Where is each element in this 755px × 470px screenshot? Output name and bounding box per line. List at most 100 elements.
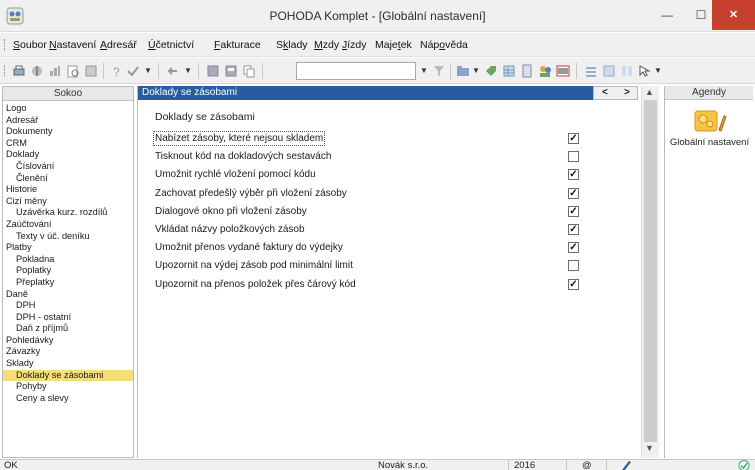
- global-settings-icon[interactable]: [693, 108, 727, 134]
- tree-item[interactable]: Poplatky: [3, 265, 133, 277]
- minimize-button[interactable]: —: [650, 0, 684, 30]
- folder-dropdown-icon[interactable]: ▼: [472, 66, 480, 75]
- toolbar-search-input[interactable]: [296, 62, 416, 80]
- option-checkbox[interactable]: ✓: [568, 169, 579, 181]
- preview-icon[interactable]: [66, 64, 80, 78]
- menu-item[interactable]: Soubor: [13, 39, 47, 51]
- check-icon[interactable]: [126, 64, 140, 78]
- menu-item[interactable]: Adresář: [100, 39, 137, 51]
- save-icon[interactable]: [206, 64, 220, 78]
- menu-item[interactable]: Nápověda: [420, 39, 468, 51]
- option-label[interactable]: Nabízet zásoby, které nejsou skladem: [152, 131, 326, 146]
- menu-item[interactable]: Sklady: [276, 39, 308, 51]
- tools-icon[interactable]: [30, 64, 44, 78]
- columns-icon[interactable]: [620, 64, 634, 78]
- check-dropdown-icon[interactable]: ▼: [144, 66, 152, 75]
- tree-item[interactable]: Cizí měny: [3, 196, 133, 208]
- tree-item[interactable]: Daň z příjmů: [3, 323, 133, 335]
- tree-item[interactable]: Logo: [3, 103, 133, 115]
- filter-icon[interactable]: [432, 64, 446, 78]
- back-icon[interactable]: [166, 64, 180, 78]
- option-label[interactable]: Upozornit na výdej zásob pod minimální l…: [155, 260, 353, 271]
- menu-item[interactable]: Nastavení: [49, 39, 96, 51]
- scroll-thumb[interactable]: [644, 100, 657, 442]
- table-icon[interactable]: [502, 64, 516, 78]
- tree-item[interactable]: Ceny a slevy: [3, 393, 133, 405]
- tree-item[interactable]: Uzávěrka kurz. rozdílů: [3, 207, 133, 219]
- help-pointer-icon[interactable]: [638, 64, 652, 78]
- option-label[interactable]: Vkládat názvy položkových zásob: [155, 224, 305, 235]
- option-checkbox[interactable]: ✓: [568, 133, 579, 144]
- content-scrollbar[interactable]: ▲ ▼: [641, 86, 659, 458]
- tree-item[interactable]: Historie: [3, 184, 133, 196]
- tree-item[interactable]: Pokladna: [3, 254, 133, 266]
- option-label[interactable]: Umožnit přenos vydané faktury do výdejky: [155, 242, 343, 253]
- tree-item[interactable]: DPH: [3, 300, 133, 312]
- help-icon[interactable]: ?: [110, 64, 124, 78]
- option-checkbox[interactable]: ✓: [568, 278, 579, 290]
- option-checkbox[interactable]: [568, 151, 579, 163]
- option-checkbox[interactable]: ✓: [568, 205, 579, 217]
- tree-item[interactable]: Členění: [3, 173, 133, 185]
- save-as-icon[interactable]: [84, 64, 98, 78]
- help-dropdown-icon[interactable]: ▼: [654, 66, 662, 75]
- option-checkbox[interactable]: ✓: [568, 242, 579, 254]
- tree-item[interactable]: Pohledávky: [3, 335, 133, 347]
- tree-item[interactable]: Texty v úč. deníku: [3, 231, 133, 243]
- users-icon[interactable]: [538, 64, 552, 78]
- status-company[interactable]: Novák s.r.o.: [378, 460, 428, 470]
- print-icon[interactable]: [12, 64, 26, 78]
- option-label[interactable]: Upozornit na přenos položek přes čárový …: [155, 279, 356, 290]
- option-label[interactable]: Dialogové okno při vložení zásoby: [155, 206, 307, 217]
- menu-item[interactable]: Majetek: [375, 39, 412, 51]
- tree-item[interactable]: Platby: [3, 242, 133, 254]
- chart-icon[interactable]: [48, 64, 62, 78]
- option-label[interactable]: Umožnit rychlé vložení pomocí kódu: [155, 169, 316, 180]
- at-icon[interactable]: @: [582, 460, 592, 470]
- tree-item[interactable]: Doklady: [3, 149, 133, 161]
- option-label[interactable]: Zachovat předešlý výběr při vložení záso…: [155, 188, 347, 199]
- status-year[interactable]: 2016: [514, 460, 535, 470]
- tree-item[interactable]: Daně: [3, 289, 133, 301]
- tree-item[interactable]: Číslování: [3, 161, 133, 173]
- prev-section-button[interactable]: <: [602, 87, 608, 99]
- menu-item[interactable]: Fakturace: [214, 39, 261, 51]
- toolbar-separator: [576, 63, 577, 79]
- scroll-up-arrow-icon[interactable]: ▲: [645, 87, 654, 97]
- menu-item-text: S: [276, 39, 284, 51]
- tree-item[interactable]: Závazky: [3, 346, 133, 358]
- tree-item[interactable]: Sklady: [3, 358, 133, 370]
- option-checkbox[interactable]: ✓: [568, 187, 579, 199]
- pen-icon[interactable]: [620, 460, 632, 470]
- tree-item[interactable]: Zaúčtování: [3, 219, 133, 231]
- copy-icon[interactable]: [242, 64, 256, 78]
- folder-icon[interactable]: [456, 64, 470, 78]
- close-button[interactable]: ✕: [712, 0, 755, 30]
- scroll-down-arrow-icon[interactable]: ▼: [645, 443, 654, 453]
- back-dropdown-icon[interactable]: ▼: [184, 66, 192, 75]
- menu-item[interactable]: Mzdy: [314, 39, 339, 51]
- menu-item[interactable]: Účetnictví: [148, 39, 194, 51]
- tree-item[interactable]: CRM: [3, 138, 133, 150]
- list-icon[interactable]: [584, 64, 598, 78]
- tree-item[interactable]: Přeplatky: [3, 277, 133, 289]
- tree-item[interactable]: Pohyby: [3, 381, 133, 393]
- menu-item[interactable]: Jízdy: [342, 39, 367, 51]
- tree-item[interactable]: Doklady se zásobami: [3, 369, 133, 382]
- next-section-button[interactable]: >: [624, 87, 630, 99]
- search-dropdown-icon[interactable]: ▼: [420, 66, 428, 75]
- save-all-icon[interactable]: [224, 64, 238, 78]
- barcode-icon[interactable]: [556, 64, 570, 78]
- tree-item[interactable]: DPH - ostatní: [3, 312, 133, 324]
- tree-item[interactable]: Dokumenty: [3, 126, 133, 138]
- grid-icon[interactable]: [602, 64, 616, 78]
- tag-icon[interactable]: [484, 64, 498, 78]
- tree-item[interactable]: Adresář: [3, 115, 133, 127]
- option-checkbox[interactable]: ✓: [568, 224, 579, 235]
- document-icon[interactable]: [520, 64, 534, 78]
- toolbar-grip[interactable]: [4, 65, 7, 77]
- option-label[interactable]: Tisknout kód na dokladových sestavách: [155, 151, 331, 162]
- agenda-global-settings[interactable]: Globální nastavení: [665, 137, 754, 148]
- option-checkbox[interactable]: [568, 260, 579, 272]
- menubar-grip[interactable]: [4, 39, 7, 51]
